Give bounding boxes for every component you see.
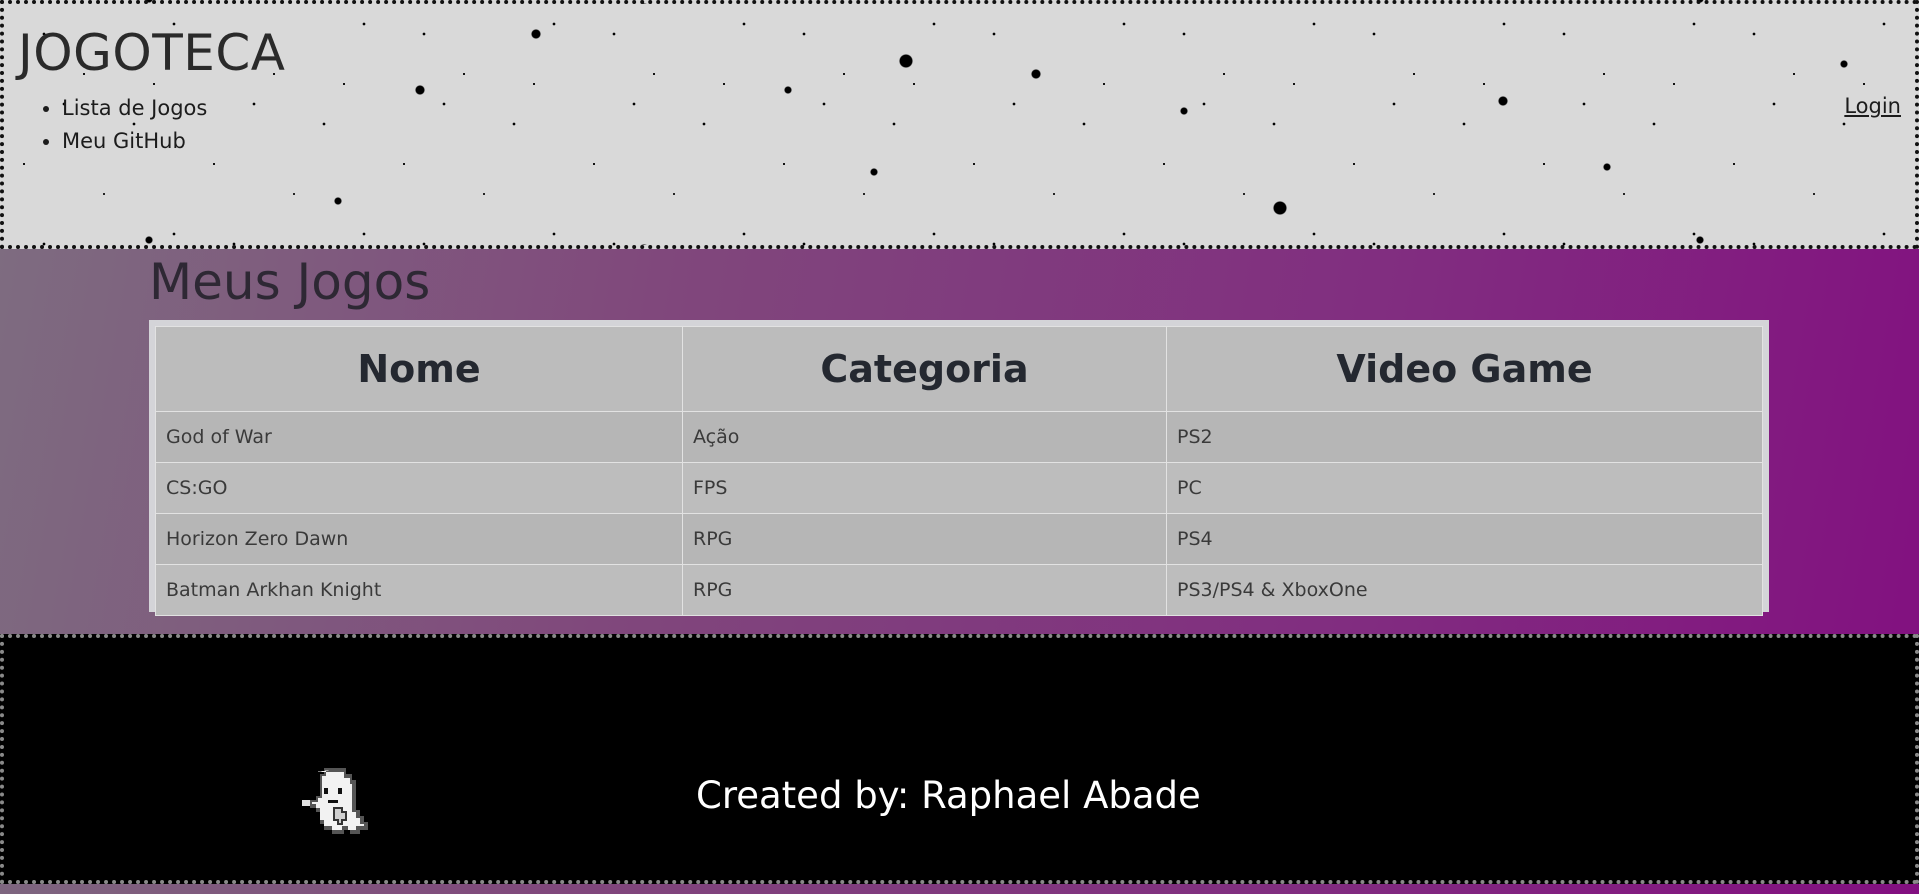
cell-video-game: PS3/PS4 & XboxOne [1166,564,1763,616]
table-row: Batman Arkhan Knight RPG PS3/PS4 & XboxO… [155,564,1763,616]
site-footer: Created by: Raphael Abade [0,634,1919,884]
cell-video-game: PS4 [1166,513,1763,565]
table-header-row: Nome Categoria Video Game [155,326,1763,412]
cell-nome: Batman Arkhan Knight [155,564,683,616]
cell-categoria: RPG [682,564,1167,616]
nav-menu: Lista de Jogos Meu GitHub [24,92,207,158]
nav-item-meu-github[interactable]: Meu GitHub [62,125,207,158]
page-title: Meus Jogos [149,253,431,311]
cell-nome: God of War [155,411,683,463]
login-link[interactable]: Login [1844,94,1901,118]
table-row: CS:GO FPS PC [155,462,1763,514]
table-row: Horizon Zero Dawn RPG PS4 [155,513,1763,565]
cell-categoria: Ação [682,411,1167,463]
cell-categoria: FPS [682,462,1167,514]
column-header-categoria: Categoria [682,326,1167,412]
nav-item-lista-de-jogos[interactable]: Lista de Jogos [62,92,207,125]
games-table: Nome Categoria Video Game God of War Açã… [155,326,1763,616]
cell-video-game: PC [1166,462,1763,514]
site-title: JOGOTECA [18,24,286,82]
table-row: God of War Ação PS2 [155,411,1763,463]
footer-credit: Created by: Raphael Abade [696,774,1201,817]
cell-categoria: RPG [682,513,1167,565]
site-header: JOGOTECA Lista de Jogos Meu GitHub Login [0,0,1919,249]
cell-nome: Horizon Zero Dawn [155,513,683,565]
ghost-icon [302,768,368,834]
games-table-container: Nome Categoria Video Game God of War Açã… [149,320,1769,616]
cell-video-game: PS2 [1166,411,1763,463]
column-header-video-game: Video Game [1166,326,1763,412]
column-header-nome: Nome [155,326,683,412]
cell-nome: CS:GO [155,462,683,514]
